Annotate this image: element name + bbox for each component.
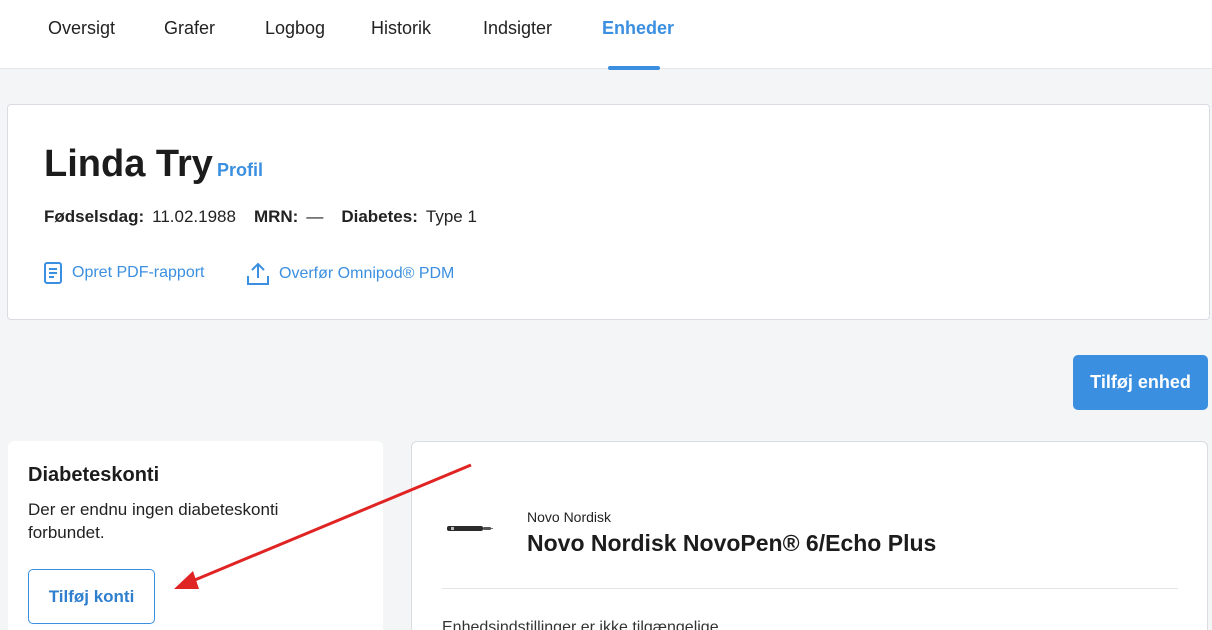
add-device-button[interactable]: Tilføj enhed — [1073, 355, 1208, 410]
diabetes-accounts-empty-text: Der er endnu ingen diabeteskonti forbund… — [28, 500, 279, 542]
diabetes-label: Diabetes: — [341, 207, 418, 226]
create-pdf-report-link[interactable]: Opret PDF-rapport — [42, 261, 204, 285]
create-pdf-report-label: Opret PDF-rapport — [72, 264, 205, 281]
tab-enheder[interactable]: Enheder — [602, 18, 674, 39]
insulin-pen-icon — [447, 526, 493, 531]
add-account-button[interactable]: Tilføj konti — [28, 569, 155, 624]
device-settings-note: Enhedsindstillinger er ikke tilgængelige — [442, 619, 719, 630]
diabetes-value: Type 1 — [425, 207, 477, 226]
tab-indsigter[interactable]: Indsigter — [483, 18, 552, 39]
diabetes-accounts-card: Diabeteskonti Der er endnu ingen diabete… — [8, 441, 383, 630]
profile-link[interactable]: Profil — [217, 160, 263, 181]
patient-info-row: Fødselsdag: 11.02.1988 MRN: — Diabetes: Type … — [44, 207, 495, 227]
device-name: Novo Nordisk NovoPen® 6/Echo Plus — [527, 530, 937, 556]
birthday-label: Fødselsdag: — [44, 207, 145, 226]
tab-historik[interactable]: Historik — [371, 18, 431, 39]
tab-oversigt[interactable]: Oversigt — [48, 18, 115, 39]
tab-grafer[interactable]: Grafer — [164, 18, 215, 39]
divider — [442, 588, 1178, 589]
mrn-label: MRN: — [253, 207, 299, 226]
birthday-value: 11.02.1988 — [152, 207, 236, 226]
top-navigation: Oversigt Grafer Logbog Historik Indsigte… — [0, 0, 1212, 70]
tab-logbog[interactable]: Logbog — [265, 18, 325, 39]
active-tab-indicator — [608, 66, 660, 70]
device-manufacturer: Novo Nordisk — [527, 509, 612, 525]
device-card[interactable]: Novo Nordisk Novo Nordisk NovoPen® 6/Ech… — [411, 441, 1208, 630]
diabetes-accounts-title: Diabeteskonti — [28, 464, 160, 486]
patient-header-card: Linda Try Profil Fødselsdag: 11.02.1988 MR… — [7, 104, 1210, 320]
document-icon — [44, 262, 62, 284]
transfer-omnipod-pdm-label: Overfør Omnipod® PDM — [279, 265, 455, 282]
mrn-value: — — [306, 207, 324, 226]
transfer-omnipod-pdm-link[interactable]: Overfør Omnipod® PDM — [245, 261, 454, 287]
patient-name: Linda Try — [44, 143, 213, 185]
upload-icon — [247, 262, 269, 285]
